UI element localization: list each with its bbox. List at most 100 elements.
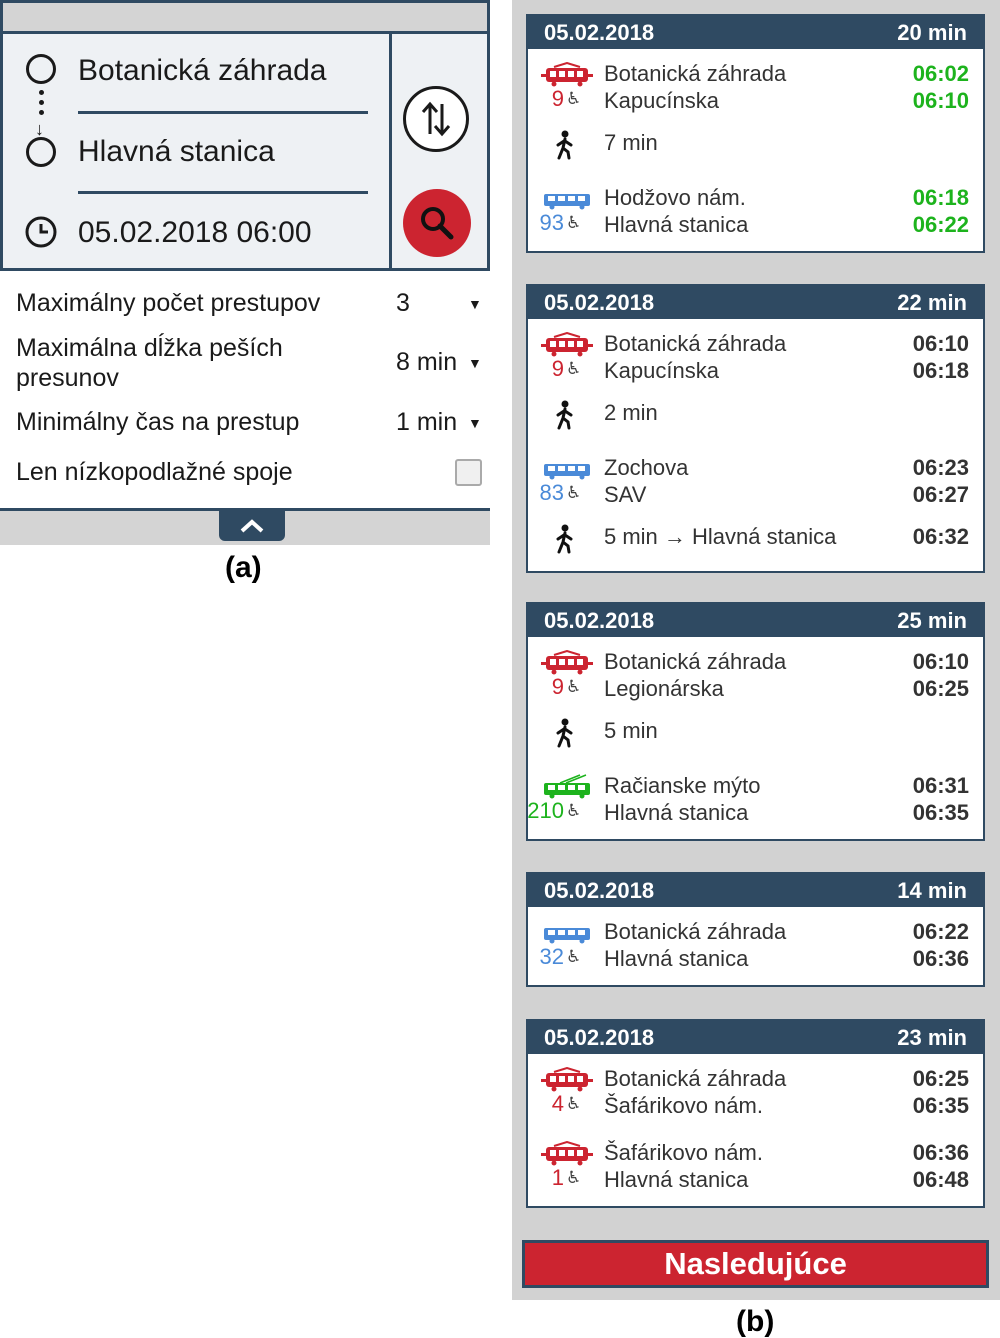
wheelchair-icon: ♿ [566, 1168, 582, 1187]
connection-legs: 9 ♿ Botanická záhrada Kapucínska 06:02 06:10 7… [528, 49, 983, 251]
options-bottom-bar [0, 508, 490, 545]
bus-icon [540, 920, 592, 946]
low-floor-checkbox[interactable] [455, 459, 482, 486]
walking-person-icon [554, 524, 576, 559]
departure-stop: Račianske mýto [604, 773, 761, 798]
departure-stop: Botanická záhrada [604, 331, 787, 356]
departure-time: 06:10 [912, 331, 969, 356]
bus-icon [540, 186, 592, 212]
datetime-field[interactable]: 05.02.2018 06:00 [78, 216, 312, 250]
line-number: 9 [551, 674, 564, 699]
arrival-stop: Hlavná stanica [604, 946, 749, 971]
line-number: 93 [539, 210, 564, 235]
tram-icon [540, 649, 593, 676]
search-panel: ↓ Botanická záhrada Hlavná stanica 05.02… [0, 0, 490, 545]
wheelchair-icon: ♿ [566, 1094, 582, 1113]
search-form: ↓ Botanická záhrada Hlavná stanica 05.02… [0, 31, 490, 271]
search-icon [421, 207, 454, 240]
caret-down-icon[interactable]: ▼ [468, 413, 482, 433]
departure-time: 06:10 [912, 649, 969, 674]
connection-duration: 20 min [897, 20, 967, 45]
wheelchair-icon: ♿ [566, 483, 582, 502]
departure-stop: Šafárikovo nám. [604, 1140, 763, 1165]
ride-leg: 9 ♿ Botanická záhrada Kapucínska 06:02 06:10 [528, 59, 983, 119]
ride-leg: 210 ♿ Račianske mýto Hlavná stanica 06:31 06:… [527, 771, 983, 831]
walking-person-icon [554, 400, 576, 435]
option-max-walk-select[interactable]: 8 min [396, 347, 457, 377]
walking-person-icon [554, 130, 576, 165]
departure-time: 06:36 [912, 1140, 969, 1165]
walk-arrival-time: 06:32 [912, 524, 969, 549]
caption-a: (a) [225, 551, 262, 584]
departure-stop: Zochova [604, 455, 689, 480]
from-field[interactable]: Botanická záhrada [78, 54, 327, 88]
departure-stop: Botanická záhrada [604, 61, 787, 86]
caret-down-icon[interactable]: ▼ [468, 294, 482, 314]
option-low-floor-label: Len nízkopodlažné spoje [16, 458, 293, 486]
caret-down-icon[interactable]: ▼ [468, 353, 482, 373]
walk-leg: 7 min [528, 119, 983, 169]
departure-stop: Botanická záhrada [604, 919, 787, 944]
clock-icon [24, 215, 58, 254]
connection-card[interactable]: 05.02.2018 14 min 32 ♿ Botanická záhrada Hlav… [526, 872, 985, 987]
connection-legs: 32 ♿ Botanická záhrada Hlavná stanica 06:22 0… [528, 907, 983, 985]
connection-header: 05.02.2018 14 min [528, 874, 983, 907]
departure-time: 06:23 [912, 455, 969, 480]
to-field[interactable]: Hlavná stanica [78, 135, 275, 169]
option-max-transfers-select[interactable]: 3 [396, 288, 410, 318]
option-max-transfers-label: Maximálny počet prestupov [16, 289, 321, 317]
wheelchair-icon: ♿ [566, 359, 582, 378]
tram-icon [540, 61, 593, 88]
connection-card[interactable]: 05.02.2018 20 min 9 ♿ Botanická záhrada Kapuc… [526, 14, 985, 253]
wheelchair-icon: ♿ [566, 947, 582, 966]
ride-leg: 1 ♿ Šafárikovo nám. Hlavná stanica 06:36 06:4… [528, 1138, 983, 1198]
connection-date: 05.02.2018 [544, 1025, 655, 1050]
ride-leg: 83 ♿ Zochova SAV 06:23 06:27 [528, 453, 983, 513]
connection-header: 05.02.2018 23 min [528, 1021, 983, 1054]
connection-legs: 9 ♿ Botanická záhrada Legionárska 06:10 06:25… [527, 637, 983, 839]
connection-date: 05.02.2018 [544, 290, 655, 315]
wheelchair-icon: ♿ [566, 801, 582, 820]
search-button[interactable] [403, 189, 471, 257]
departure-time: 06:02 [912, 61, 969, 86]
wheelchair-icon: ♿ [566, 213, 582, 232]
line-number: 210 [527, 798, 564, 823]
connection-header: 05.02.2018 25 min [528, 604, 983, 637]
walk-duration: 7 min [604, 130, 658, 155]
swap-button[interactable] [403, 86, 469, 152]
arrival-stop: Hlavná stanica [604, 800, 749, 825]
next-button[interactable]: Nasledujúce [522, 1240, 989, 1288]
wheelchair-icon: ♿ [566, 89, 582, 108]
connection-card[interactable]: 05.02.2018 22 min 9 ♿ Botanická záhrada Kapuc… [526, 284, 985, 573]
caption-b: (b) [736, 1305, 775, 1338]
ride-leg: 93 ♿ Hodžovo nám. Hlavná stanica 06:18 06:22 [528, 183, 983, 243]
option-min-transfer-select[interactable]: 1 min [396, 407, 457, 437]
walk-leg: 5 min → Hlavná stanica 06:32 [528, 513, 983, 563]
bus-icon [540, 456, 592, 482]
arrival-time: 06:36 [912, 946, 969, 971]
departure-stop: Botanická záhrada [604, 649, 787, 674]
route-arrow-icon: ↓ [35, 119, 44, 139]
ride-leg: 9 ♿ Botanická záhrada Legionárska 06:10 06:25 [528, 647, 983, 707]
swap-arrows-icon [421, 101, 451, 137]
connection-card[interactable]: 05.02.2018 25 min 9 ♿ Botanická záhrada Legio… [526, 602, 985, 841]
departure-time: 06:25 [912, 1066, 969, 1091]
walk-duration: 5 min → Hlavná stanica [604, 524, 837, 549]
connection-card[interactable]: 05.02.2018 23 min 4 ♿ Botanická záhrada Šafár… [526, 1019, 985, 1208]
ride-leg: 32 ♿ Botanická záhrada Hlavná stanica 06:22 0… [528, 917, 983, 977]
arrival-stop: Hlavná stanica [604, 212, 749, 237]
search-top-bar [0, 0, 490, 34]
collapse-options-button[interactable] [219, 511, 285, 541]
option-min-transfer-label: Minimálny čas na prestup [16, 408, 300, 436]
departure-time: 06:18 [912, 185, 969, 210]
connection-header: 05.02.2018 22 min [528, 286, 983, 319]
tram-icon [540, 1066, 593, 1093]
option-max-walk-label: Maximálna dĺžka peších presunov [16, 334, 283, 392]
arrival-stop: SAV [604, 482, 647, 507]
connection-duration: 25 min [897, 608, 967, 633]
arrival-stop: Legionárska [604, 676, 724, 701]
walk-leg: 5 min [528, 707, 983, 757]
search-divider [389, 34, 392, 268]
arrival-time: 06:10 [912, 88, 969, 113]
to-field-underline [78, 191, 368, 194]
